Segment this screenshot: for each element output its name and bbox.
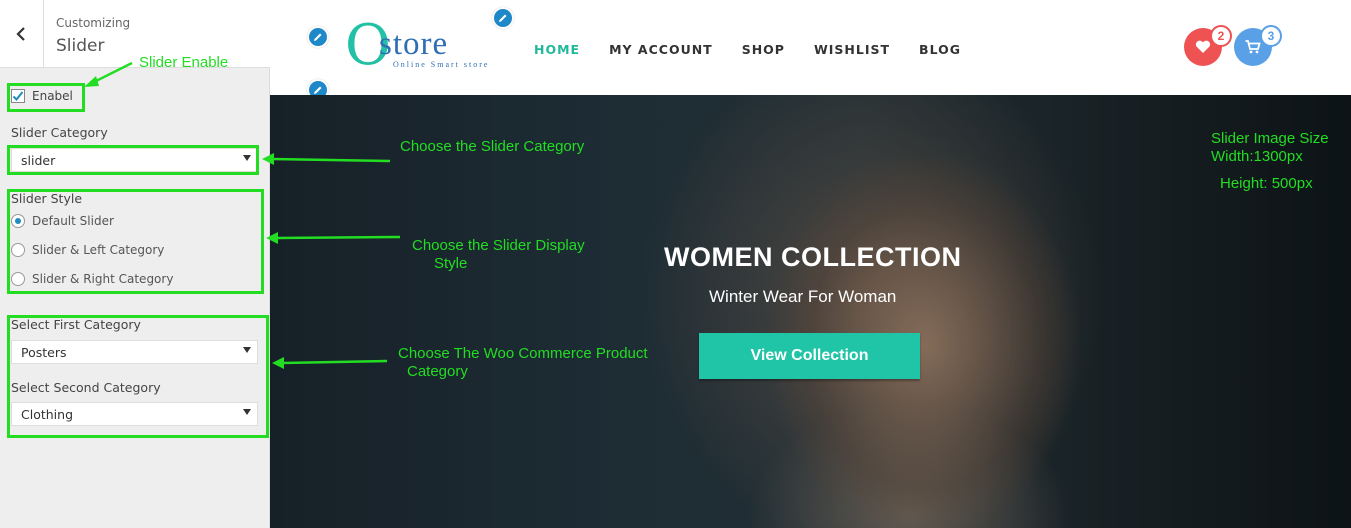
wishlist-count-badge: 2: [1210, 25, 1232, 47]
view-collection-button[interactable]: View Collection: [699, 333, 920, 379]
edit-menu-button[interactable]: [492, 7, 514, 29]
pencil-icon: [499, 14, 507, 22]
nav-my-account[interactable]: MY ACCOUNT: [609, 42, 713, 57]
site-logo[interactable]: O store Online Smart store: [345, 16, 490, 76]
logo-tagline: Online Smart store: [393, 60, 490, 69]
hero-image-overlay: [270, 95, 1351, 528]
customizer-header: Customizing Slider: [0, 0, 270, 68]
panel-title: Slider: [56, 36, 105, 56]
cart-icon: [1245, 40, 1261, 54]
annotation-choose-style-line1: Choose the Slider Display: [412, 237, 585, 254]
nav-blog[interactable]: BLOG: [919, 42, 961, 57]
wishlist-button[interactable]: 2: [1184, 25, 1232, 66]
annotation-image-height: Height: 500px: [1220, 175, 1313, 192]
edit-logo-button[interactable]: [307, 26, 329, 48]
annotation-choose-style-line2: Style: [434, 255, 468, 272]
logo-word: store: [379, 26, 449, 62]
chevron-left-icon: [15, 27, 25, 41]
nav-home[interactable]: HOME: [534, 42, 580, 57]
breadcrumb: Customizing: [56, 16, 131, 30]
annotation-image-width: Width:1300px: [1211, 148, 1303, 165]
hero-title: WOMEN COLLECTION: [664, 242, 962, 272]
customizer-sidebar: Customizing Slider Enabel Slider Categor…: [0, 0, 270, 528]
pencil-icon: [314, 33, 322, 41]
main-nav: HOME MY ACCOUNT SHOP WISHLIST BLOG: [534, 42, 990, 57]
site-preview: O store Online Smart store HOME MY ACCOU…: [270, 0, 1351, 528]
annotation-image-size-title: Slider Image Size: [1211, 130, 1329, 147]
highlight-box-category: [7, 145, 259, 175]
heart-icon: [1195, 40, 1211, 53]
highlight-box-enable: [7, 83, 85, 112]
annotation-choose-product-line2: Category: [407, 363, 468, 380]
back-button[interactable]: [0, 0, 44, 68]
cart-button[interactable]: 3: [1234, 25, 1282, 66]
hero-subtitle: Winter Wear For Woman: [709, 287, 897, 306]
annotation-choose-category: Choose the Slider Category: [400, 138, 585, 155]
nav-shop[interactable]: SHOP: [742, 42, 785, 57]
highlight-box-style: [7, 189, 264, 294]
highlight-box-product-category: [7, 315, 269, 438]
hero-slider[interactable]: WOMEN COLLECTION Winter Wear For Woman V…: [270, 95, 1351, 528]
nav-wishlist[interactable]: WISHLIST: [814, 42, 890, 57]
slider-category-label: Slider Category: [11, 125, 108, 140]
site-header: O store Online Smart store HOME MY ACCOU…: [270, 0, 1351, 101]
annotation-choose-product-line1: Choose The Woo Commerce Product: [398, 345, 648, 362]
annotation-slider-enable: Slider Enable: [139, 54, 229, 71]
cart-count-badge: 3: [1260, 25, 1282, 47]
pencil-icon: [314, 86, 322, 94]
